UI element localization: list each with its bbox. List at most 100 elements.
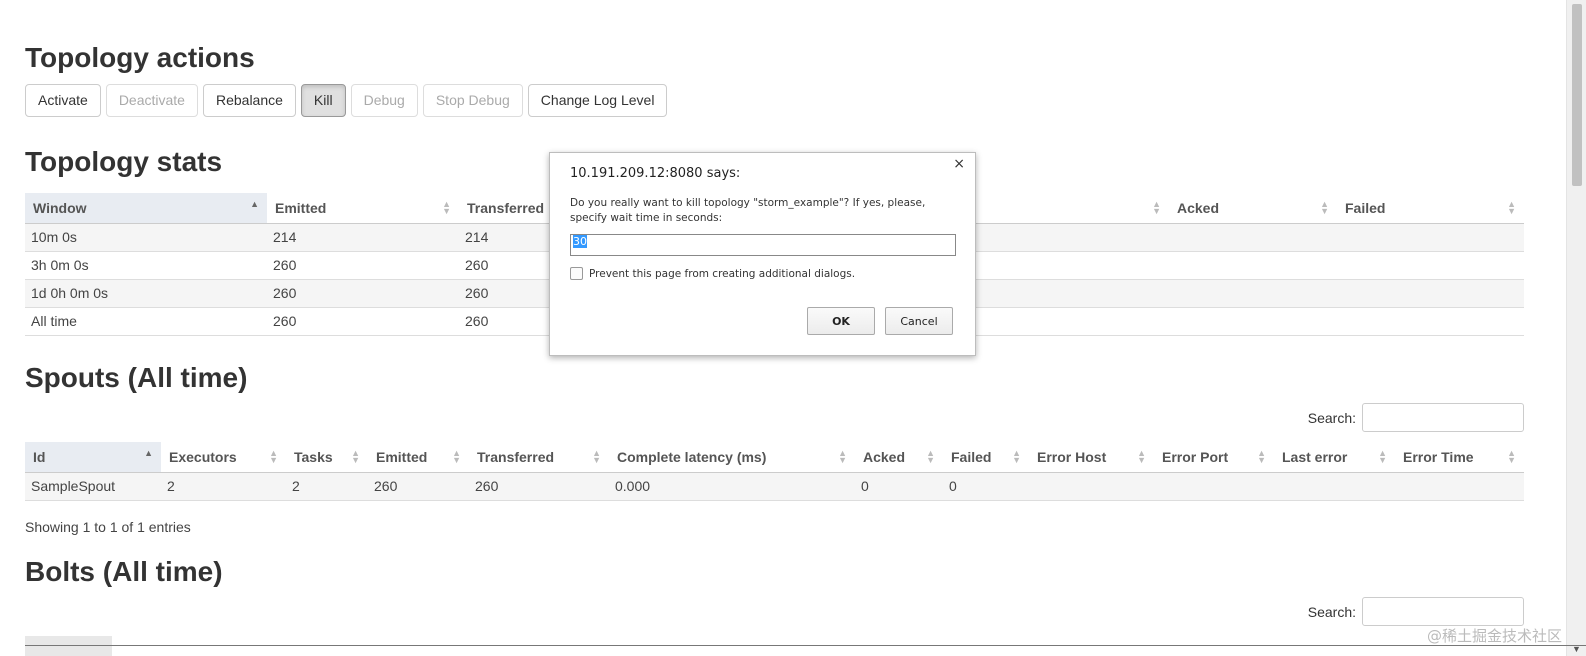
cancel-button[interactable]: Cancel <box>885 307 953 335</box>
cell-emitted: 260 <box>267 251 459 280</box>
column-header-label: Emitted <box>376 448 428 465</box>
search-label: Search: <box>1307 409 1356 426</box>
cell-failed <box>1337 251 1524 280</box>
cell-acked: 0 <box>855 472 943 501</box>
cell-failed: 0 <box>943 472 1029 501</box>
sort-icon: ▲ ▼ <box>592 448 601 465</box>
watermark: @稀土掘金技术社区 <box>1426 627 1562 645</box>
scrollbar-thumb[interactable] <box>1572 4 1582 186</box>
column-header-error-host[interactable]: Error Host ▲ ▼ <box>1029 442 1154 473</box>
prevent-dialogs-label: Prevent this page from creating addition… <box>589 267 856 280</box>
change-log-level-button[interactable]: Change Log Level <box>527 84 668 117</box>
cell-window: All time <box>25 307 267 336</box>
column-header-failed[interactable]: Failed ▲ ▼ <box>1337 193 1524 224</box>
sort-icon: ▲ ▼ <box>452 448 461 465</box>
column-header-last-error[interactable]: Last error ▲ ▼ <box>1274 442 1395 473</box>
column-header-failed[interactable]: Failed ▲ ▼ <box>943 442 1029 473</box>
column-header-executors[interactable]: Executors ▲ ▼ <box>161 442 286 473</box>
cell-last-error <box>1274 472 1395 501</box>
cell-acked <box>1169 307 1337 336</box>
cell-id: SampleSpout <box>25 472 161 501</box>
column-header-complete-latency[interactable]: Complete latency (ms) ▲ ▼ <box>609 442 855 473</box>
debug-button[interactable]: Debug <box>350 84 418 117</box>
column-header-label: Tasks <box>294 448 333 465</box>
kill-button[interactable]: Kill <box>300 84 346 117</box>
column-header-label: Acked <box>1177 199 1220 216</box>
sort-icon: ▲ ▼ <box>1507 448 1516 465</box>
column-header-id[interactable]: Id ▲ <box>25 442 161 473</box>
page-scrollbar[interactable]: ▼ <box>1566 0 1586 656</box>
dialog-message: Do you really want to kill topology "sto… <box>570 197 926 224</box>
topology-stats-heading: Topology stats <box>25 146 223 177</box>
close-icon[interactable]: × <box>953 156 965 172</box>
cell-emitted: 260 <box>267 307 459 336</box>
column-header-label: Id <box>33 448 46 465</box>
column-header-label: Last error <box>1282 448 1348 465</box>
cell-window: 10m 0s <box>25 223 267 252</box>
column-header-window[interactable]: Window ▲ <box>25 193 267 224</box>
column-header-transferred[interactable]: Transferred ▲ ▼ <box>469 442 609 473</box>
column-header-emitted[interactable]: Emitted ▲ ▼ <box>267 193 459 224</box>
spouts-table-info: Showing 1 to 1 of 1 entries <box>25 519 191 535</box>
sort-asc-icon: ▲ <box>144 448 153 458</box>
spouts-search-input[interactable] <box>1362 403 1524 432</box>
cell-failed <box>1337 279 1524 308</box>
sort-icon: ▲ ▼ <box>351 448 360 465</box>
cell-acked <box>1169 223 1337 252</box>
column-header-label: Transferred <box>467 199 545 216</box>
cell-window: 1d 0h 0m 0s <box>25 279 267 308</box>
search-label: Search: <box>1307 603 1356 620</box>
sort-icon: ▲ ▼ <box>1012 448 1021 465</box>
kill-confirm-dialog: 10.191.209.12:8080 says: × Do you really… <box>549 152 976 356</box>
cell-emitted: 260 <box>267 279 459 308</box>
topology-actions-toolbar: Activate Deactivate Rebalance Kill Debug… <box>25 84 668 117</box>
ok-button[interactable]: OK <box>807 307 875 335</box>
column-header-emitted[interactable]: Emitted ▲ ▼ <box>368 442 469 473</box>
cell-executors: 2 <box>161 472 286 501</box>
bolts-search-input[interactable] <box>1362 597 1524 626</box>
sort-icon: ▲ ▼ <box>838 448 847 465</box>
column-header-label: Transferred <box>477 448 555 465</box>
cell-failed <box>1337 307 1524 336</box>
activate-button[interactable]: Activate <box>25 84 101 117</box>
column-header-label: Emitted <box>275 199 327 216</box>
column-header-tasks[interactable]: Tasks ▲ ▼ <box>286 442 368 473</box>
sort-asc-icon: ▲ <box>250 199 259 209</box>
spouts-heading: Spouts (All time) <box>25 362 248 393</box>
column-header-error-time[interactable]: Error Time ▲ ▼ <box>1395 442 1524 473</box>
bolts-search: Search: <box>1308 597 1524 626</box>
sort-icon: ▲ ▼ <box>1152 199 1161 216</box>
cell-window: 3h 0m 0s <box>25 251 267 280</box>
cell-emitted: 214 <box>267 223 459 252</box>
cell-tasks: 2 <box>286 472 368 501</box>
column-header-label: Error Time <box>1403 448 1474 465</box>
column-header-acked[interactable]: Acked ▲ ▼ <box>1169 193 1337 224</box>
prevent-dialogs-checkbox[interactable] <box>570 267 583 280</box>
column-header-label: Error Port <box>1162 448 1229 465</box>
table-row: SampleSpout 2 2 260 260 0.000 0 0 <box>25 472 1524 501</box>
sort-icon: ▲ ▼ <box>1378 448 1387 465</box>
sort-icon: ▲ ▼ <box>269 448 278 465</box>
spouts-search: Search: <box>1308 403 1524 432</box>
rebalance-button[interactable]: Rebalance <box>202 84 296 117</box>
sort-icon: ▲ ▼ <box>1137 448 1146 465</box>
cell-transferred: 260 <box>469 472 609 501</box>
sort-icon: ▲ ▼ <box>1257 448 1266 465</box>
column-header-error-port[interactable]: Error Port ▲ ▼ <box>1154 442 1274 473</box>
column-header-label: Executors <box>169 448 237 465</box>
sort-icon: ▲ ▼ <box>442 199 451 216</box>
sort-icon: ▲ ▼ <box>926 448 935 465</box>
topology-actions-heading: Topology actions <box>25 42 255 73</box>
bolts-heading: Bolts (All time) <box>25 556 223 587</box>
cell-error-time <box>1395 472 1524 501</box>
column-header-label: Acked <box>863 448 906 465</box>
cell-acked <box>1169 279 1337 308</box>
spouts-table: Id ▲ Executors ▲ ▼ Tasks ▲ ▼ Emitted ▲ ▼ Transf… <box>25 442 1524 501</box>
bolts-table-header-cell <box>25 636 112 656</box>
deactivate-button[interactable]: Deactivate <box>105 84 198 117</box>
column-header-acked[interactable]: Acked ▲ ▼ <box>855 442 943 473</box>
wait-time-input[interactable]: 30 <box>570 234 956 256</box>
prevent-dialogs-option[interactable]: Prevent this page from creating addition… <box>570 267 855 280</box>
cell-emitted: 260 <box>368 472 469 501</box>
stop-debug-button[interactable]: Stop Debug <box>422 84 523 117</box>
